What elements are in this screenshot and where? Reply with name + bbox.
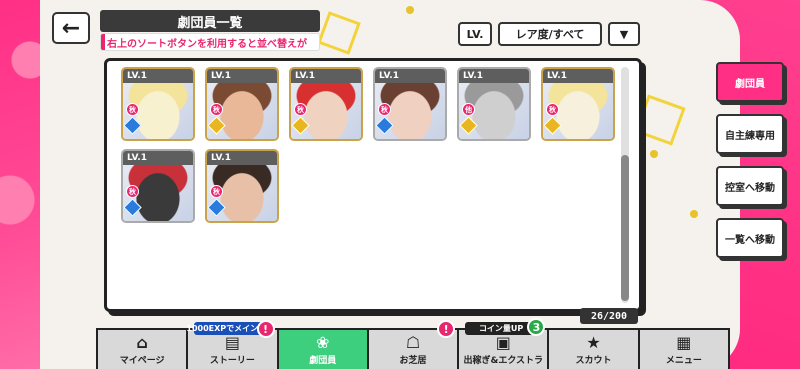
- nav-label: 出稼ぎ&エクストラ: [463, 356, 544, 366]
- member-level: LV.1: [459, 69, 529, 83]
- count-badge: 3: [527, 318, 546, 336]
- side-tab[interactable]: 控室へ移動: [716, 166, 784, 206]
- decoration-dot: [406, 6, 414, 14]
- side-tab[interactable]: 一覧へ移動: [716, 218, 784, 258]
- sort-order-button[interactable]: ▼: [608, 22, 640, 46]
- alert-badge: !: [256, 320, 275, 338]
- book-icon: ▤: [224, 333, 240, 352]
- season-badge: 秋: [210, 103, 223, 116]
- star-icon: ★: [586, 333, 601, 352]
- member-card[interactable]: LV.1 他: [457, 67, 531, 141]
- promo-banner: コイン量UP: [465, 322, 538, 335]
- nav-item[interactable]: ☖ お芝居!: [366, 320, 460, 369]
- member-level: LV.1: [123, 69, 193, 83]
- member-level: LV.1: [291, 69, 361, 83]
- member-count: 26/200: [580, 308, 638, 324]
- decoration-dot: [690, 210, 698, 218]
- alert-badge: !: [437, 320, 456, 338]
- back-button[interactable]: ←: [52, 12, 90, 44]
- nav-item[interactable]: ⌂ マイページ: [96, 328, 189, 369]
- decoration-dot: [650, 150, 658, 158]
- briefcase-icon: ▣: [495, 333, 511, 352]
- nav-item[interactable]: ▤ ストーリー 1000EXPでメイン解放!: [186, 320, 279, 369]
- scrollbar-thumb[interactable]: [621, 155, 629, 301]
- arrow-left-icon: ←: [61, 15, 81, 41]
- ribbon-icon: ❀: [316, 333, 330, 352]
- season-badge: 秋: [210, 185, 223, 198]
- level-sort-label: LV.: [466, 27, 484, 41]
- member-card[interactable]: LV.1 秋: [373, 67, 447, 141]
- promo-banner: 1000EXPでメイン解放: [186, 322, 275, 335]
- bottom-navigation: ⌂ マイページ ▤ ストーリー 1000EXPでメイン解放! ❀ 劇団員 ☖ お芝居! ▣ 出稼ぎ&…: [96, 318, 730, 369]
- nav-label: お芝居: [399, 356, 427, 366]
- nav-item[interactable]: ★ スカウト: [547, 328, 640, 369]
- member-card[interactable]: LV.1 秋: [121, 67, 195, 141]
- member-card[interactable]: LV.1 秋: [205, 67, 279, 141]
- season-badge: 秋: [546, 103, 559, 116]
- side-tab[interactable]: 自主練専用: [716, 114, 784, 154]
- member-level: LV.1: [207, 151, 277, 165]
- stage-icon: ☖: [405, 333, 421, 352]
- triangle-down-icon: ▼: [619, 27, 629, 41]
- member-grid: LV.1 秋 LV.1 秋 LV.1 秋 LV.1 秋 LV.1 他 LV.1 秋 LV.1 秋 LV.1 秋: [121, 67, 621, 223]
- nav-item[interactable]: ❀ 劇団員: [276, 328, 369, 369]
- nav-label: メニュー: [665, 356, 702, 366]
- member-level: LV.1: [543, 69, 613, 83]
- nav-label: マイページ: [119, 356, 165, 366]
- grid-icon: ▦: [676, 333, 692, 352]
- side-tab[interactable]: 劇団員: [716, 62, 784, 102]
- season-badge: 他: [462, 103, 475, 116]
- member-card[interactable]: LV.1 秋: [289, 67, 363, 141]
- member-list-panel: LV.1 秋 LV.1 秋 LV.1 秋 LV.1 秋 LV.1 他 LV.1 秋 LV.1 秋 LV.1 秋: [104, 58, 642, 312]
- nav-item[interactable]: ▦ メニュー: [637, 328, 730, 369]
- member-level: LV.1: [207, 69, 277, 83]
- level-sort-button[interactable]: LV.: [458, 22, 492, 46]
- season-badge: 秋: [126, 185, 139, 198]
- nav-label: スカウト: [575, 356, 612, 366]
- member-card[interactable]: LV.1 秋: [541, 67, 615, 141]
- page-title: 劇団員一覧: [100, 10, 320, 32]
- season-badge: 秋: [378, 103, 391, 116]
- rarity-filter-label: レア度/すべて: [515, 28, 585, 41]
- member-level: LV.1: [123, 151, 193, 165]
- nav-label: ストーリー: [209, 356, 255, 366]
- house-icon: ⌂: [136, 333, 148, 352]
- sort-hint: 右上のソートボタンを利用すると並べ替えが: [100, 33, 320, 51]
- member-level: LV.1: [375, 69, 445, 83]
- rarity-filter-button[interactable]: レア度/すべて: [498, 22, 602, 46]
- nav-item[interactable]: ▣ 出稼ぎ&エクストラ コイン量UP 3: [457, 318, 550, 369]
- member-card[interactable]: LV.1 秋: [121, 149, 195, 223]
- season-badge: 秋: [126, 103, 139, 116]
- season-badge: 秋: [294, 103, 307, 116]
- nav-label: 劇団員: [309, 356, 337, 366]
- member-card[interactable]: LV.1 秋: [205, 149, 279, 223]
